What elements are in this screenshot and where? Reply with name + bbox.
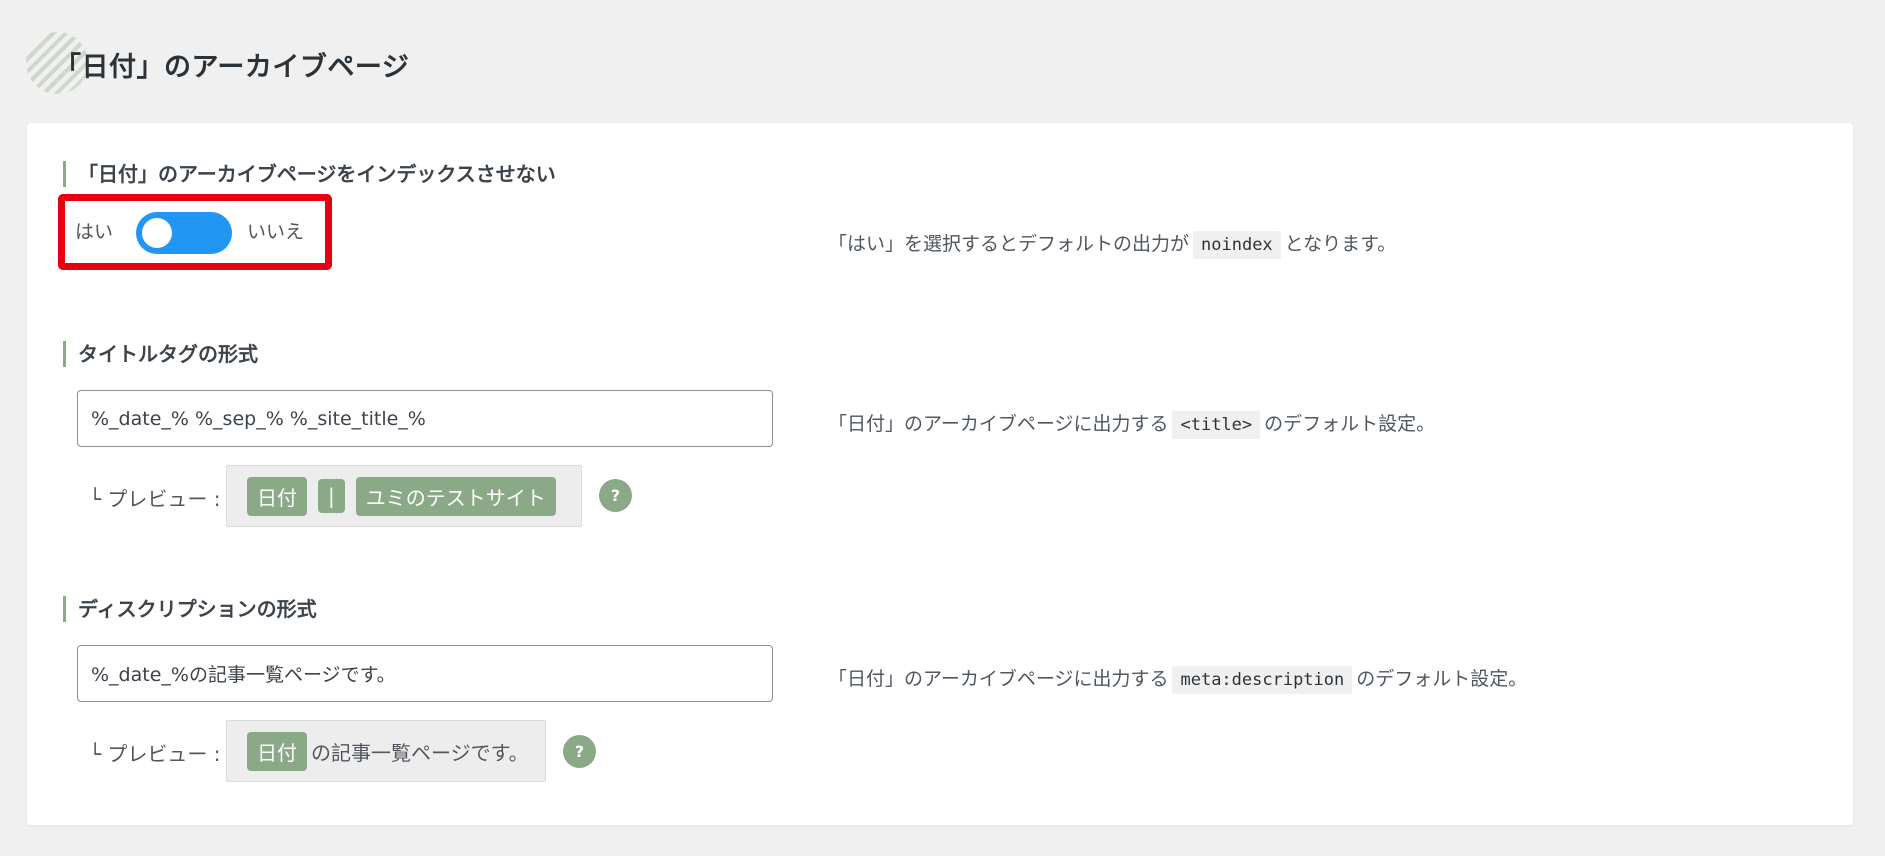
title-desc-before: 「日付」のアーカイブページに出力する (828, 413, 1169, 435)
title-format-description: 「日付」のアーカイブページに出力する <title> のデフォルト設定。 (828, 409, 1436, 439)
description-help-icon[interactable]: ? (563, 735, 596, 768)
title-desc-after: のデフォルト設定。 (1264, 413, 1436, 435)
description-preview-box: 日付 の記事一覧ページです。 (226, 720, 546, 782)
noindex-code: noindex (1193, 231, 1281, 259)
meta-desc-after: のデフォルト設定。 (1356, 668, 1528, 690)
preview-chip-separator: | (318, 479, 345, 513)
preview-chip-date: 日付 (247, 731, 307, 771)
title-help-icon[interactable]: ? (599, 479, 632, 512)
noindex-toggle-highlight: はい いいえ (58, 194, 332, 270)
title-format-input[interactable] (77, 390, 773, 447)
noindex-desc-after: となります。 (1284, 233, 1397, 255)
description-preview-text: の記事一覧ページです。 (311, 740, 529, 765)
toggle-knob (142, 218, 172, 248)
noindex-desc-before: 「はい」を選択するとデフォルトの出力が (828, 233, 1190, 255)
title-preview-label: └ プレビュー : (89, 487, 221, 511)
page-title: 「日付」のアーカイブページ (54, 51, 410, 83)
description-format-description: 「日付」のアーカイブページに出力する meta:description のデフォルト… (828, 664, 1528, 694)
toggle-yes-label: はい (75, 221, 114, 243)
title-code: <title> (1172, 411, 1261, 439)
preview-chip-date: 日付 (247, 476, 307, 516)
meta-description-code: meta:description (1172, 666, 1353, 694)
page-header: 「日付」のアーカイブページ (26, 32, 409, 96)
title-preview-box: 日付 | ユミのテストサイト (226, 465, 582, 527)
noindex-toggle-switch[interactable] (136, 212, 232, 254)
noindex-heading: 「日付」のアーカイブページをインデックスさせない (63, 161, 556, 187)
preview-chip-site-title: ユミのテストサイト (355, 476, 556, 516)
toggle-no-label: いいえ (247, 221, 305, 243)
noindex-description: 「はい」を選択するとデフォルトの出力が noindex となります。 (828, 229, 1397, 259)
description-preview-label: └ プレビュー : (89, 742, 221, 766)
meta-desc-before: 「日付」のアーカイブページに出力する (828, 668, 1169, 690)
title-format-heading: タイトルタグの形式 (63, 341, 258, 367)
settings-card: 「日付」のアーカイブページをインデックスさせない はい いいえ 「はい」を選択す… (27, 123, 1853, 825)
description-format-heading: ディスクリプションの形式 (63, 596, 317, 622)
description-format-input[interactable] (77, 645, 773, 702)
